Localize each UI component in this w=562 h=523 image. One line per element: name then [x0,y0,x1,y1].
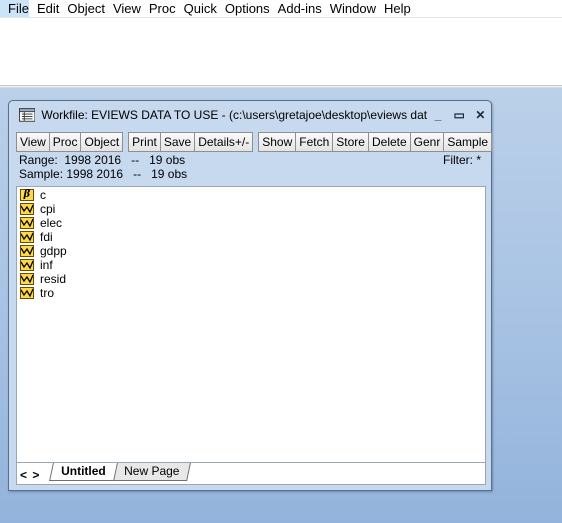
close-icon: ✕ [475,108,486,122]
menu-object[interactable]: Object [59,0,105,17]
list-item-gdpp[interactable]: gdpp [20,244,67,258]
command-window[interactable] [0,17,562,85]
print-button[interactable]: Print [128,132,161,152]
list-item-elec[interactable]: elec [20,216,62,230]
beta-icon: β [20,189,34,201]
series-icon [20,217,34,229]
series-icon [20,273,34,285]
sample-row[interactable]: Sample: 1998 2016 -- 19 obs [19,167,486,181]
minimize-button[interactable]: _ [427,106,448,124]
workfile-toolbar: View Proc Object Print Save Details+/- S… [16,132,493,152]
workfile-window: Workfile: EVIEWS DATA TO USE - (c:\users… [8,100,493,491]
series-icon [20,231,34,243]
workfile-info: Range: 1998 2016 -- 19 obs Sample: 1998 … [16,153,486,185]
workfile-title: Workfile: EVIEWS DATA TO USE - (c:\users… [41,108,428,122]
store-button[interactable]: Store [333,132,369,152]
series-icon [20,203,34,215]
list-item-resid[interactable]: resid [20,272,66,286]
page-tab-strip: < > Untitled New Page [16,463,486,485]
tab-new-page[interactable]: New Page [112,463,192,481]
sample-button[interactable]: Sample [444,132,493,152]
list-item-c[interactable]: β c [20,188,46,202]
range-value: 1998 2016 -- 19 obs [64,153,186,167]
menu-file[interactable]: File [0,0,29,17]
object-name: cpi [40,202,56,216]
menu-view[interactable]: View [105,0,141,17]
list-item-cpi[interactable]: cpi [20,202,55,216]
menu-proc[interactable]: Proc [141,0,176,17]
command-window-splitter[interactable] [0,85,562,88]
fetch-button[interactable]: Fetch [296,132,334,152]
object-name: inf [40,258,53,272]
save-button[interactable]: Save [160,132,196,152]
range-label: Range: [19,153,58,167]
object-name: gdpp [40,244,67,258]
genr-button[interactable]: Genr [410,132,445,152]
object-name: elec [40,216,63,230]
tab-untitled[interactable]: Untitled [49,463,118,481]
object-button[interactable]: Object [81,132,124,152]
page-nav-arrows[interactable]: < > [20,468,40,482]
series-icon [20,259,34,271]
details-button[interactable]: Details+/- [195,132,254,152]
series-icon [20,287,34,299]
list-item-inf[interactable]: inf [20,258,53,272]
minimize-icon: _ [434,108,442,122]
menu-window[interactable]: Window [322,0,376,17]
series-icon [20,245,34,257]
object-name: fdi [40,230,53,244]
view-button[interactable]: View [16,132,50,152]
proc-button[interactable]: Proc [49,132,82,152]
show-button[interactable]: Show [258,132,297,152]
list-item-tro[interactable]: tro [20,286,54,300]
menu-options[interactable]: Options [217,0,270,17]
delete-button[interactable]: Delete [368,132,411,152]
object-list[interactable]: β c cpi elec fdi gdpp inf resid tro [16,186,486,463]
menu-bar: File Edit Object View Proc Quick Options… [0,0,562,17]
sample-label: Sample: [19,167,64,181]
filter-text[interactable]: Filter: * [443,153,481,167]
sample-value: 1998 2016 -- 19 obs [66,167,188,181]
menu-add-ins[interactable]: Add-ins [270,0,322,17]
maximize-icon: ▭ [453,108,465,122]
object-name: c [40,188,46,202]
menu-edit[interactable]: Edit [29,0,59,17]
menu-help[interactable]: Help [376,0,411,17]
menu-quick[interactable]: Quick [176,0,217,17]
object-name: tro [40,286,55,300]
range-row[interactable]: Range: 1998 2016 -- 19 obs [19,153,486,167]
list-item-fdi[interactable]: fdi [20,230,53,244]
workfile-title-bar[interactable]: Workfile: EVIEWS DATA TO USE - (c:\users… [9,101,491,129]
object-name: resid [40,272,67,286]
maximize-button[interactable]: ▭ [449,106,470,124]
workfile-icon [19,108,36,122]
close-button[interactable]: ✕ [470,106,491,124]
